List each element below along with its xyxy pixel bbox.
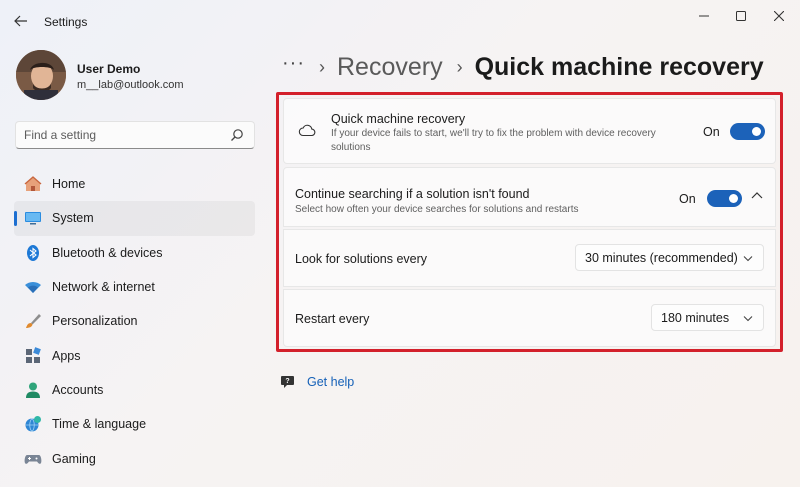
sidebar-item-label: Personalization bbox=[52, 314, 138, 329]
maximize-button[interactable] bbox=[727, 6, 755, 26]
page-title: Quick machine recovery bbox=[474, 52, 764, 81]
home-icon bbox=[23, 174, 43, 194]
sidebar-item-gaming[interactable]: Gaming bbox=[14, 441, 255, 475]
sidebar-item-time-language[interactable]: Time & language bbox=[14, 407, 255, 441]
breadcrumb-parent-link[interactable]: Recovery bbox=[337, 53, 443, 82]
sidebar-item-label: Home bbox=[52, 177, 86, 192]
app-title: Settings bbox=[44, 15, 88, 29]
sidebar-item-label: Apps bbox=[52, 348, 81, 363]
help-icon: ? bbox=[281, 376, 294, 388]
chevron-right-icon: › bbox=[318, 56, 325, 77]
clock-globe-icon bbox=[23, 414, 43, 434]
close-button[interactable] bbox=[765, 6, 793, 26]
back-button[interactable] bbox=[10, 10, 32, 32]
minimize-icon bbox=[699, 15, 709, 17]
bluetooth-icon bbox=[23, 243, 43, 263]
system-icon bbox=[23, 208, 43, 228]
sidebar-item-apps[interactable]: Apps bbox=[14, 338, 255, 372]
close-icon bbox=[774, 11, 784, 21]
minimize-button[interactable] bbox=[690, 6, 718, 26]
wifi-icon bbox=[23, 277, 43, 297]
sidebar-item-bluetooth[interactable]: Bluetooth & devices bbox=[14, 236, 255, 270]
avatar-image bbox=[16, 50, 66, 100]
brush-icon bbox=[23, 311, 43, 331]
get-help-link[interactable]: ? Get help bbox=[280, 374, 354, 390]
user-email: m__lab@outlook.com bbox=[77, 79, 184, 91]
breadcrumb: ··· › Recovery › Quick machine recovery bbox=[282, 50, 764, 84]
person-icon bbox=[23, 380, 43, 400]
sidebar-item-label: Time & language bbox=[52, 417, 147, 432]
maximize-icon bbox=[736, 11, 746, 21]
title-bar: Settings bbox=[0, 0, 800, 40]
sidebar-item-label: System bbox=[52, 211, 94, 226]
sidebar-nav: Home System Bluetooth & devices Network … bbox=[14, 167, 255, 476]
avatar[interactable] bbox=[16, 50, 66, 100]
sidebar-item-home[interactable]: Home bbox=[14, 167, 255, 201]
user-name: User Demo bbox=[77, 62, 141, 76]
search-input[interactable] bbox=[24, 127, 224, 143]
sidebar-item-label: Gaming bbox=[52, 451, 96, 466]
back-arrow-icon bbox=[14, 15, 27, 27]
highlight-frame bbox=[276, 92, 783, 352]
gamepad-icon bbox=[23, 449, 43, 469]
search-icon bbox=[231, 129, 243, 141]
sidebar-item-accounts[interactable]: Accounts bbox=[14, 373, 255, 407]
sidebar-item-network[interactable]: Network & internet bbox=[14, 270, 255, 304]
search-box[interactable] bbox=[15, 121, 255, 149]
sidebar-item-label: Accounts bbox=[52, 382, 104, 397]
sidebar-item-label: Bluetooth & devices bbox=[52, 245, 163, 260]
chevron-right-icon: › bbox=[456, 56, 463, 77]
svg-text:?: ? bbox=[285, 378, 289, 385]
breadcrumb-more-button[interactable]: ··· bbox=[282, 52, 305, 75]
apps-icon bbox=[23, 346, 43, 366]
sidebar-item-personalization[interactable]: Personalization bbox=[14, 304, 255, 338]
sidebar-item-label: Network & internet bbox=[52, 280, 155, 295]
sidebar-item-system[interactable]: System bbox=[14, 201, 255, 236]
get-help-label: Get help bbox=[307, 375, 355, 389]
